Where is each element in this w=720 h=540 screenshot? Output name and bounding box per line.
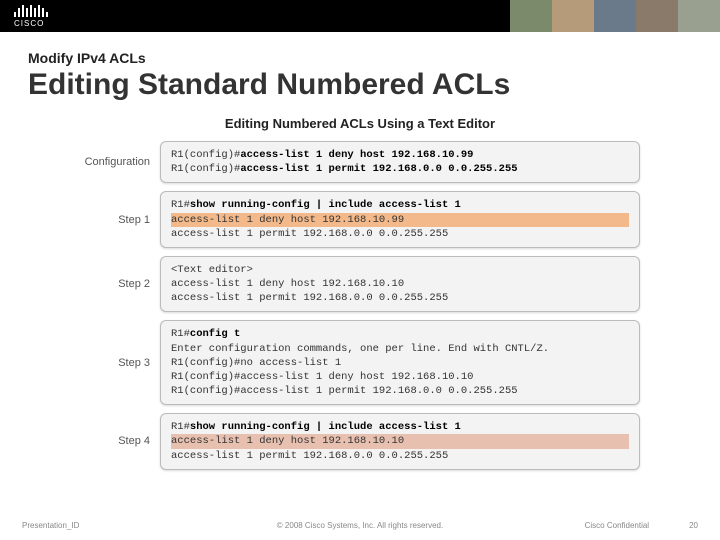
prompt: R1(config)#	[171, 357, 240, 369]
step2-row: Step 2 <Text editor> access-list 1 deny …	[80, 256, 640, 313]
step1-row: Step 1 R1#show running-config | include …	[80, 191, 640, 248]
prompt: R1(config)#	[171, 149, 240, 161]
command: access-list 1 deny host 192.168.10.99	[240, 149, 473, 161]
page-number: 20	[689, 521, 698, 530]
output-highlight: access-list 1 deny host 192.168.10.99	[171, 213, 629, 227]
config-row: Configuration R1(config)#access-list 1 d…	[80, 141, 640, 183]
prompt: R1(config)#	[171, 371, 240, 383]
step4-box: R1#show running-config | include access-…	[160, 413, 640, 470]
step-label: Step 2	[80, 278, 160, 290]
page-title: Editing Standard Numbered ACLs	[28, 68, 692, 102]
presentation-id: Presentation_ID	[22, 521, 79, 530]
output-line: access-list 1 permit 192.168.0.0 0.0.255…	[171, 450, 448, 462]
command: access-list 1 permit 192.168.0.0 0.0.255…	[240, 163, 517, 175]
output-highlight: access-list 1 deny host 192.168.10.10	[171, 434, 629, 448]
step3-box: R1#config t Enter configuration commands…	[160, 320, 640, 405]
editor-panel: Editing Numbered ACLs Using a Text Edito…	[80, 116, 640, 470]
command: config t	[190, 328, 240, 340]
prompt: R1#	[171, 199, 190, 211]
editor-head: <Text editor>	[171, 264, 253, 276]
section-subtitle: Modify IPv4 ACLs	[28, 50, 692, 66]
step4-row: Step 4 R1#show running-config | include …	[80, 413, 640, 470]
prompt: R1#	[171, 328, 190, 340]
copyright: © 2008 Cisco Systems, Inc. All rights re…	[277, 521, 443, 530]
config-box: R1(config)#access-list 1 deny host 192.1…	[160, 141, 640, 183]
step-label: Step 4	[80, 435, 160, 447]
prompt: R1(config)#	[171, 385, 240, 397]
cisco-logo: CISCO	[14, 5, 48, 28]
output-line: access-list 1 deny host 192.168.10.10	[171, 278, 404, 290]
command: access-list 1 permit 192.168.0.0 0.0.255…	[240, 385, 517, 397]
step-label: Step 3	[80, 357, 160, 369]
output-line: Enter configuration commands, one per li…	[171, 343, 549, 355]
prompt: R1#	[171, 421, 190, 433]
config-label: Configuration	[80, 156, 160, 168]
top-bar: CISCO	[0, 0, 720, 32]
step-label: Step 1	[80, 214, 160, 226]
photo-strip	[510, 0, 720, 32]
slide-content: Modify IPv4 ACLs Editing Standard Number…	[0, 32, 720, 470]
step1-box: R1#show running-config | include access-…	[160, 191, 640, 248]
step3-row: Step 3 R1#config t Enter configuration c…	[80, 320, 640, 405]
panel-title: Editing Numbered ACLs Using a Text Edito…	[80, 116, 640, 131]
output-line: access-list 1 permit 192.168.0.0 0.0.255…	[171, 228, 448, 240]
command: access-list 1 deny host 192.168.10.10	[240, 371, 473, 383]
confidential-label: Cisco Confidential	[585, 521, 649, 530]
command: show running-config | include access-lis…	[190, 421, 461, 433]
command: no access-list 1	[240, 357, 341, 369]
prompt: R1(config)#	[171, 163, 240, 175]
output-line: access-list 1 permit 192.168.0.0 0.0.255…	[171, 292, 448, 304]
step2-box: <Text editor> access-list 1 deny host 19…	[160, 256, 640, 313]
footer: Presentation_ID © 2008 Cisco Systems, In…	[0, 521, 720, 530]
logo-bars-icon	[14, 5, 48, 17]
logo-text: CISCO	[14, 19, 48, 28]
command: show running-config | include access-lis…	[190, 199, 461, 211]
